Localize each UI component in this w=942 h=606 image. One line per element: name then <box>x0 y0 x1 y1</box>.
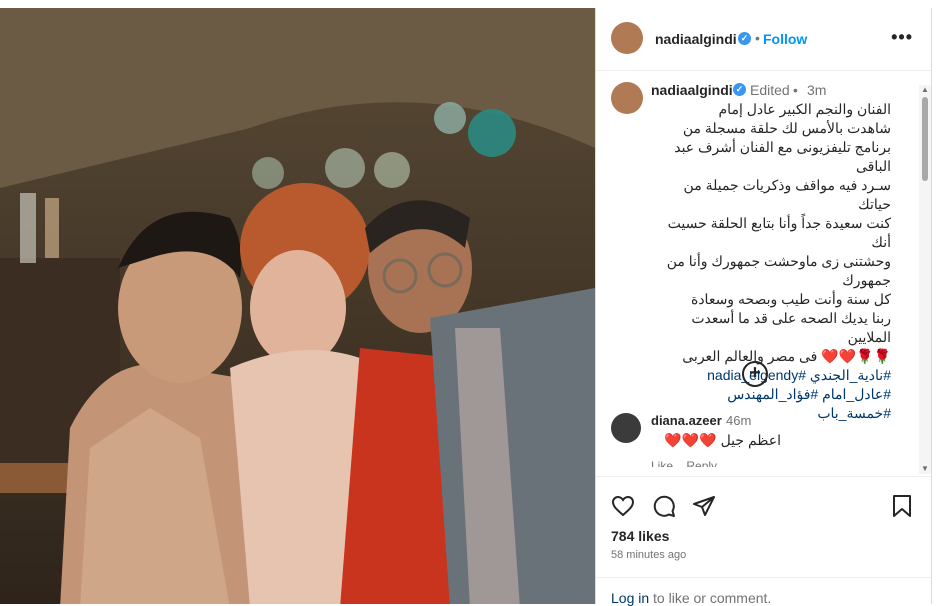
comment-username[interactable]: diana.azeer <box>651 413 722 428</box>
comment-icon[interactable] <box>652 494 676 518</box>
like-count[interactable]: 784 likes <box>611 528 669 544</box>
scrollbar-thumb[interactable] <box>922 97 928 181</box>
caption-line: برنامج تليفزيونى مع الفنان أشرف عبد <box>674 139 891 155</box>
comment-like-button[interactable]: Like <box>651 459 673 467</box>
heart-icon[interactable] <box>611 495 635 517</box>
comments-area[interactable]: nadiaalgindi ✓ Edited • 3m الفنان والنجم… <box>596 71 931 467</box>
separator-dot: • <box>755 30 760 46</box>
caption-author-avatar[interactable] <box>611 82 643 114</box>
scroll-up-arrow-icon[interactable]: ▲ <box>919 85 931 95</box>
comments-scrollbar[interactable]: ▲ ▼ <box>919 85 931 474</box>
share-icon[interactable] <box>692 494 716 518</box>
caption-line: سـرد فيه مواقف وذكريات جميلة من حياتك <box>683 177 891 212</box>
scroll-down-arrow-icon[interactable]: ▼ <box>919 464 931 474</box>
caption-time: 3m <box>807 82 827 98</box>
login-prompt: Log in to like or comment. <box>596 577 931 606</box>
verified-badge-icon: ✓ <box>738 32 751 45</box>
more-options-icon[interactable]: ••• <box>891 28 913 46</box>
comment-text: اعظم جيل ❤️❤️❤️ <box>664 432 781 448</box>
caption-emoji: 🌹🌹❤️❤️ <box>821 348 891 364</box>
caption-text: الفنان والنجم الكبير عادل إمام شاهدت بال… <box>651 100 891 423</box>
post-side-panel: nadiaalgindi ✓ • Follow ••• nadiaalgindi… <box>595 8 932 606</box>
comment-time: 46m <box>726 413 752 428</box>
caption-line: وحشتنى زى ماوحشت جمهورك وأنا من <box>666 253 891 269</box>
caption-line: الباقى <box>855 158 891 174</box>
bookmark-icon[interactable] <box>892 494 912 518</box>
instagram-post-window: nadiaalgindi ✓ • Follow ••• nadiaalgindi… <box>0 0 942 606</box>
plus-circle-icon[interactable]: + <box>742 361 768 387</box>
caption-line: 🌹🌹❤️❤️ فى مصر والعالم العربى <box>651 347 891 366</box>
post-photo <box>0 8 595 604</box>
commenter-avatar[interactable] <box>611 413 641 443</box>
author-avatar[interactable] <box>611 22 643 54</box>
post-header: nadiaalgindi ✓ • Follow ••• <box>596 8 931 71</box>
caption-line: جمهورك <box>842 272 891 288</box>
hashtags-line[interactable]: #نادية_الجندي #nadia_elgendy <box>651 366 891 385</box>
post-actions: 784 likes 58 minutes ago Log in to like … <box>596 476 931 606</box>
separator-dot: • <box>793 82 798 98</box>
author-username[interactable]: nadiaalgindi <box>655 31 737 47</box>
caption-line: شاهدت بالأمس لك حلقة مسجلة من <box>682 120 891 136</box>
caption-line: كنت سعيدة جداً وأنا بتابع الحلقة حسيت أن… <box>667 215 891 250</box>
post-time: 58 minutes ago <box>611 549 687 561</box>
comment-reply-button[interactable]: Reply <box>686 459 717 467</box>
caption-line: الفنان والنجم الكبير عادل إمام <box>718 101 891 117</box>
caption-line: ربنا يديك الصحه على قد ما أسعدت الملايين <box>691 310 891 345</box>
caption-username[interactable]: nadiaalgindi <box>651 82 733 98</box>
post-image <box>0 8 595 604</box>
verified-badge-icon: ✓ <box>733 83 746 96</box>
follow-button[interactable]: Follow <box>763 31 807 47</box>
edited-label: Edited <box>750 82 790 98</box>
comment-actions: Like Reply <box>651 459 727 467</box>
caption-line: كل سنة وأنت طيب وبصحه وسعادة <box>690 291 891 307</box>
